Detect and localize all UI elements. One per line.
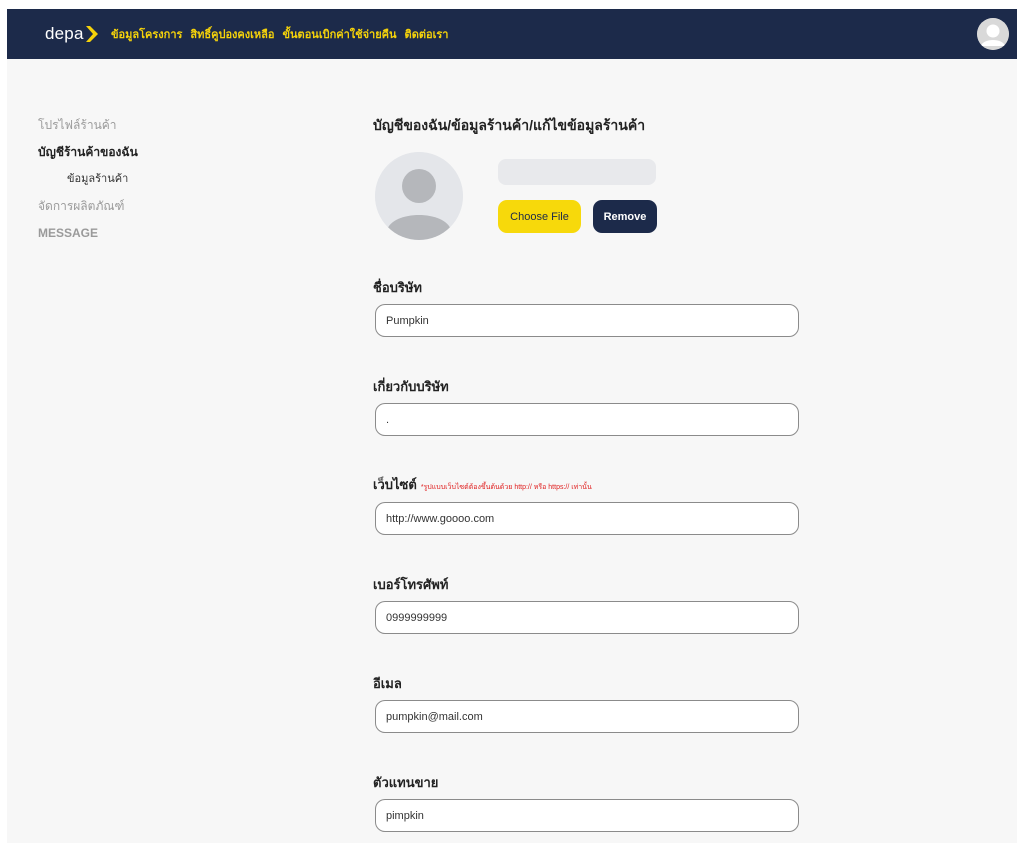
- depa-logo[interactable]: depa: [45, 23, 99, 45]
- sidebar: โปรไฟล์ร้านค้า บัญชีร้านค้าของฉัน ข้อมูล…: [38, 117, 238, 252]
- nav-contact-us[interactable]: ติดต่อเรา: [405, 25, 449, 43]
- store-avatar: [375, 152, 463, 240]
- nav-project-info[interactable]: ข้อมูลโครงการ: [111, 25, 182, 43]
- phone-label: เบอร์โทรศัพท์: [373, 577, 449, 592]
- logo-text: depa: [45, 24, 84, 43]
- user-placeholder-icon: [375, 152, 463, 240]
- company-name-input[interactable]: [375, 304, 799, 337]
- sales-rep-input[interactable]: [375, 799, 799, 832]
- top-navbar: depa ข้อมูลโครงการ สิทธิ์คูปองคงเหลือ ขั…: [7, 9, 1017, 59]
- website-hint: *รูปแบบเว็บไซต์ต้องขึ้นต้นด้วย http:// ห…: [420, 484, 592, 491]
- email-label: อีเมล: [373, 676, 402, 691]
- email-input[interactable]: [375, 700, 799, 733]
- sidebar-item-message[interactable]: MESSAGE: [38, 225, 238, 252]
- sidebar-item-manage-products[interactable]: จัดการผลิตภัณฑ์: [38, 198, 238, 225]
- page-title: บัญชีของฉัน/ข้อมูลร้านค้า/แก้ไขข้อมูลร้า…: [373, 117, 646, 133]
- user-icon: [977, 18, 1009, 50]
- user-avatar[interactable]: [977, 18, 1009, 50]
- nav-reimbursement-steps[interactable]: ขั้นตอนเบิกค่าใช้จ่ายคืน: [283, 25, 397, 43]
- remove-button[interactable]: Remove: [593, 200, 657, 233]
- sidebar-item-store-profile[interactable]: โปรไฟล์ร้านค้า: [38, 117, 238, 144]
- choose-file-button[interactable]: Choose File: [498, 200, 581, 233]
- app-window: depa ข้อมูลโครงการ สิทธิ์คูปองคงเหลือ ขั…: [7, 9, 1017, 843]
- phone-input[interactable]: [375, 601, 799, 634]
- about-company-input[interactable]: [375, 403, 799, 436]
- logo-chevron-icon: [85, 26, 98, 42]
- nav-coupon-balance[interactable]: สิทธิ์คูปองคงเหลือ: [190, 25, 274, 43]
- sidebar-item-my-store-account[interactable]: บัญชีร้านค้าของฉัน: [38, 144, 238, 171]
- sidebar-item-store-info[interactable]: ข้อมูลร้านค้า: [38, 171, 238, 198]
- about-company-label: เกี่ยวกับบริษัท: [373, 379, 449, 394]
- website-label-row: เว็บไซต์ *รูปแบบเว็บไซต์ต้องขึ้นต้นด้วย h…: [373, 474, 592, 495]
- company-name-label: ชื่อบริษัท: [373, 280, 423, 295]
- sales-rep-label: ตัวแทนขาย: [373, 775, 439, 790]
- main-nav: ข้อมูลโครงการ สิทธิ์คูปองคงเหลือ ขั้นตอน…: [111, 25, 448, 43]
- file-name-display: [498, 159, 656, 185]
- website-label: เว็บไซต์: [373, 477, 417, 492]
- website-input[interactable]: [375, 502, 799, 535]
